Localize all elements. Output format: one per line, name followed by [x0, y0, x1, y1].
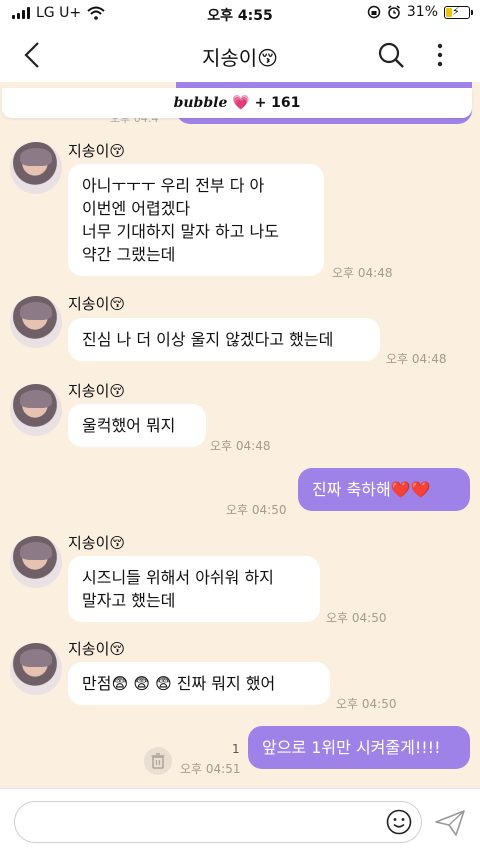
- battery-percent: 31%: [406, 4, 438, 20]
- outgoing-message[interactable]: 앞으로 1위만 시켜줄게!!!!: [248, 726, 470, 769]
- message-time: 오후 04:50: [226, 503, 287, 517]
- message-time: 오후 04:48: [210, 439, 271, 453]
- message-time: 오후 04:48: [386, 352, 447, 366]
- bubble-banner[interactable]: bubble 💗 + 161: [2, 88, 472, 118]
- message-time: 오후 04:51: [180, 762, 241, 776]
- sender-name: 지송이😚: [68, 295, 126, 313]
- heart-icon: 💗: [232, 95, 250, 111]
- unread-count: 1: [232, 742, 240, 756]
- delete-message-button[interactable]: [144, 747, 172, 775]
- status-right: 31% ⚡: [367, 4, 473, 20]
- sender-name: 지송이😚: [68, 640, 126, 658]
- incoming-message[interactable]: 시즈니들 위해서 아쉬워 하지 말자고 했는데: [68, 556, 320, 622]
- message-time: 오후 04:50: [336, 697, 397, 711]
- incoming-message[interactable]: 만점😨 😨 😨 진짜 뭐지 했어: [68, 662, 330, 705]
- message-input[interactable]: [14, 801, 422, 843]
- message-time: 오후 04:50: [326, 611, 387, 625]
- chat-header: 지송이😚: [0, 28, 480, 82]
- avatar[interactable]: [10, 643, 62, 695]
- sender-name: 지송이😚: [68, 142, 126, 160]
- screen-lock-icon: [367, 5, 381, 19]
- incoming-message[interactable]: 아니ㅜㅜㅜ 우리 전부 다 아 이번엔 어렵겠다 너무 기대하지 말자 하고 나…: [68, 164, 324, 276]
- incoming-message[interactable]: 진심 나 더 이상 울지 않겠다고 했는데: [68, 318, 380, 361]
- bubble-count: + 161: [254, 95, 301, 111]
- incoming-message[interactable]: 울컥했어 뭐지: [68, 404, 206, 447]
- send-icon[interactable]: [434, 809, 466, 837]
- sender-name: 지송이😚: [68, 534, 126, 552]
- more-vertical-icon[interactable]: [428, 40, 452, 70]
- chat-title: 지송이😚: [201, 46, 279, 70]
- message-input-bar: [0, 788, 480, 854]
- charging-bolt-icon: ⚡: [452, 4, 460, 18]
- chat-area[interactable]: 오후 04:4 bubble 💗 + 161 지송이😚 아니ㅜㅜㅜ 우리 전부 …: [0, 82, 480, 788]
- avatar[interactable]: [10, 536, 62, 588]
- search-icon[interactable]: [376, 40, 406, 70]
- outgoing-message[interactable]: 진짜 축하해❤️❤️: [298, 468, 470, 511]
- status-bar: LG U+ 오후 4:55 31% ⚡: [0, 0, 480, 28]
- emoji-icon[interactable]: [386, 809, 412, 835]
- sender-name: 지송이😚: [68, 382, 126, 400]
- battery-icon: ⚡: [444, 4, 473, 19]
- message-time: 오후 04:48: [332, 266, 393, 280]
- avatar[interactable]: [10, 384, 62, 436]
- trash-icon: [151, 753, 165, 769]
- bubble-brand: bubble: [173, 95, 228, 111]
- avatar[interactable]: [10, 142, 62, 194]
- avatar[interactable]: [10, 296, 62, 348]
- alarm-icon: [387, 5, 400, 19]
